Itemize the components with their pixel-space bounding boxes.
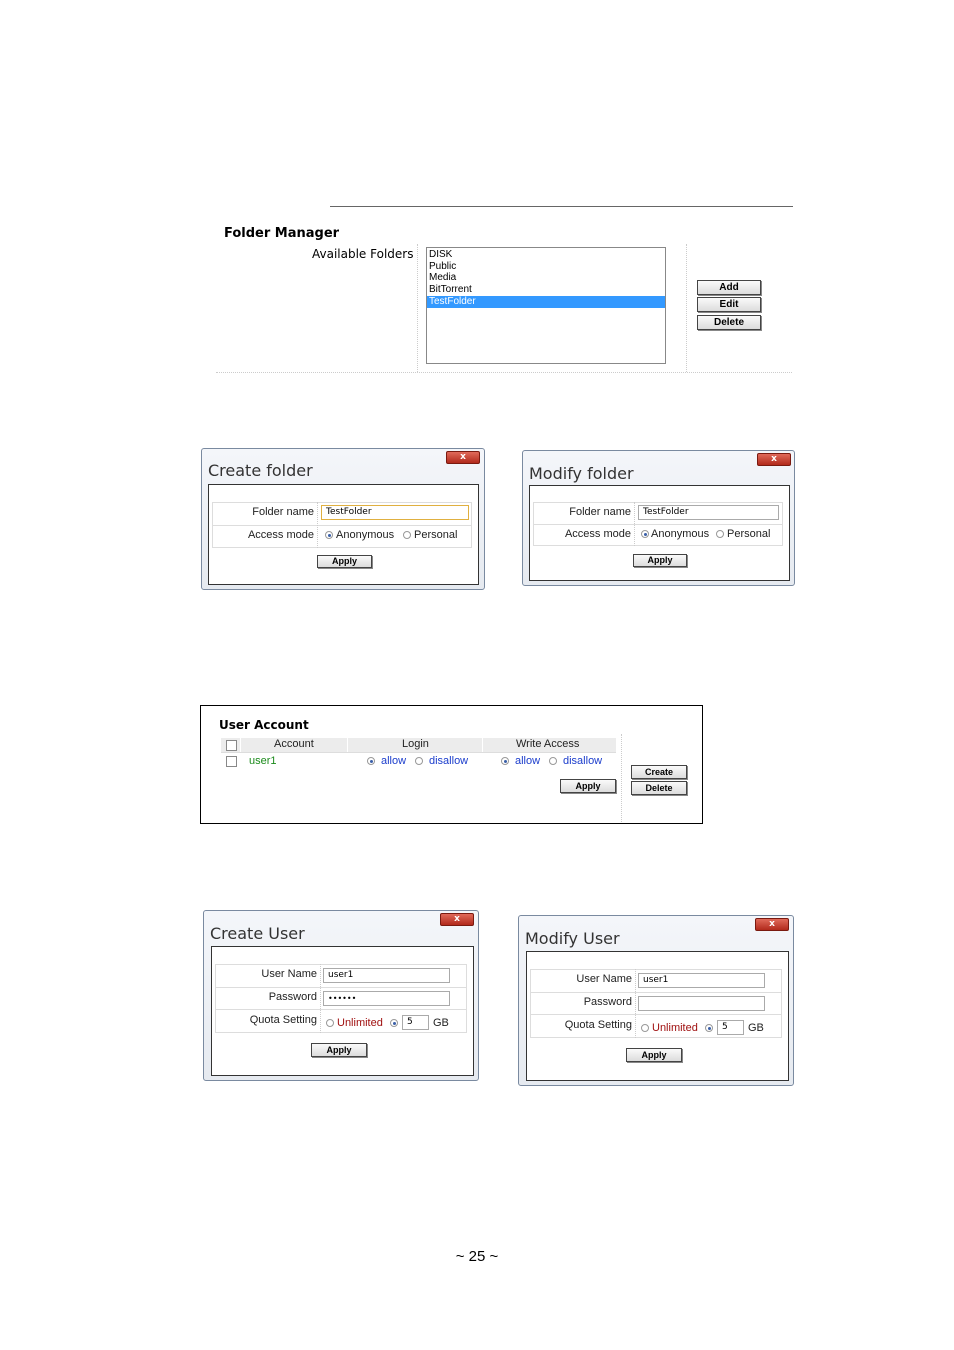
quota-setting-label: Quota Setting	[564, 1019, 632, 1031]
anonymous-label: Anonymous	[651, 528, 710, 540]
delete-button[interactable]: Delete	[631, 781, 687, 795]
edit-button[interactable]: Edit	[697, 297, 761, 312]
quota-input[interactable]: 5	[717, 1020, 744, 1035]
personal-radio[interactable]	[716, 530, 724, 538]
select-all-checkbox[interactable]	[226, 740, 237, 751]
anonymous-radio[interactable]	[641, 530, 649, 538]
folder-manager-bottom-divider	[216, 372, 792, 373]
dialog-body: Folder name TestFolder Access mode Anony…	[208, 484, 479, 585]
folder-name-input[interactable]: TestFolder	[638, 505, 779, 520]
add-button[interactable]: Add	[697, 280, 761, 295]
apply-button[interactable]: Apply	[311, 1043, 367, 1057]
modify-user-dialog: x Modify User User Name user1 Password Q…	[518, 915, 794, 1086]
password-input[interactable]	[638, 996, 765, 1011]
close-icon[interactable]: x	[446, 451, 480, 464]
folder-list-item[interactable]: Public	[427, 261, 665, 273]
username-input[interactable]: user1	[638, 973, 765, 988]
unlimited-radio[interactable]	[326, 1019, 334, 1027]
column-header-write-access: Write Access	[516, 738, 580, 750]
dialog-body: User Name user1 Password •••••• Quota Se…	[211, 946, 474, 1076]
password-label: Password	[268, 991, 317, 1003]
column-header-login: Login	[402, 738, 429, 750]
write-disallow-radio[interactable]	[549, 757, 557, 765]
create-user-dialog: x Create User User Name user1 Password •…	[203, 910, 479, 1081]
folder-list-item[interactable]: BitTorrent	[427, 284, 665, 296]
dialog-title: Modify folder	[529, 464, 634, 483]
quota-input[interactable]: 5	[402, 1015, 429, 1030]
dialog-body: User Name user1 Password Quota Setting U…	[526, 951, 789, 1081]
apply-button[interactable]: Apply	[560, 779, 616, 793]
access-mode-label: Access mode	[247, 529, 314, 541]
available-folders-label: Available Folders	[312, 247, 414, 261]
unlimited-radio[interactable]	[641, 1024, 649, 1032]
close-icon[interactable]: x	[440, 913, 474, 926]
unlimited-label: Unlimited	[652, 1022, 698, 1034]
dialog-title: Create User	[210, 924, 305, 943]
gb-label: GB	[433, 1017, 449, 1029]
username-label: User Name	[576, 973, 632, 985]
login-disallow-radio[interactable]	[415, 757, 423, 765]
unlimited-label: Unlimited	[337, 1017, 383, 1029]
folder-manager-title: Folder Manager	[224, 226, 340, 241]
login-disallow-label: disallow	[429, 755, 469, 767]
user-account-title: User Account	[219, 718, 309, 732]
login-allow-label: allow	[381, 755, 407, 767]
dialog-body: Folder name TestFolder Access mode Anony…	[529, 485, 790, 581]
username-label: User Name	[261, 968, 317, 980]
close-icon[interactable]: x	[757, 453, 791, 466]
close-icon[interactable]: x	[755, 918, 789, 931]
folder-list[interactable]: DISK Public Media BitTorrent TestFolder	[426, 247, 666, 364]
column-header-account: Account	[274, 738, 314, 750]
folder-name-input[interactable]: TestFolder	[321, 505, 469, 520]
quota-size-radio[interactable]	[390, 1019, 398, 1027]
personal-label: Personal	[414, 529, 458, 541]
personal-label: Personal	[727, 528, 771, 540]
password-label: Password	[583, 996, 632, 1008]
write-disallow-label: disallow	[563, 755, 603, 767]
user-row-checkbox[interactable]	[226, 756, 237, 767]
folder-list-item[interactable]: Media	[427, 272, 665, 284]
delete-button[interactable]: Delete	[697, 315, 761, 330]
create-button[interactable]: Create	[631, 765, 687, 779]
login-allow-radio[interactable]	[367, 757, 375, 765]
write-allow-radio[interactable]	[501, 757, 509, 765]
gb-label: GB	[748, 1022, 764, 1034]
anonymous-radio[interactable]	[325, 531, 333, 539]
quota-setting-label: Quota Setting	[249, 1014, 317, 1026]
page-number: ~ 25 ~	[455, 1248, 499, 1265]
folder-name-label: Folder name	[252, 506, 314, 518]
apply-button[interactable]: Apply	[633, 554, 687, 567]
dialog-title: Modify User	[525, 929, 620, 948]
username-input[interactable]: user1	[323, 968, 450, 983]
user-account-name: user1	[249, 755, 277, 767]
top-divider	[330, 206, 793, 207]
apply-button[interactable]: Apply	[317, 555, 372, 568]
create-folder-dialog: x Create folder Folder name TestFolder A…	[201, 448, 485, 590]
folder-name-label: Folder name	[569, 506, 631, 518]
password-input[interactable]: ••••••	[323, 991, 450, 1006]
write-allow-label: allow	[515, 755, 541, 767]
user-account-panel: User Account Account Login Write Access …	[200, 705, 703, 824]
folder-list-item[interactable]: DISK	[427, 249, 665, 261]
folder-list-item-selected[interactable]: TestFolder	[427, 295, 665, 308]
modify-folder-dialog: x Modify folder Folder name TestFolder A…	[522, 450, 795, 586]
quota-size-radio[interactable]	[705, 1024, 713, 1032]
apply-button[interactable]: Apply	[626, 1048, 682, 1062]
personal-radio[interactable]	[403, 531, 411, 539]
dialog-title: Create folder	[208, 461, 313, 480]
anonymous-label: Anonymous	[336, 529, 395, 541]
access-mode-label: Access mode	[564, 528, 631, 540]
